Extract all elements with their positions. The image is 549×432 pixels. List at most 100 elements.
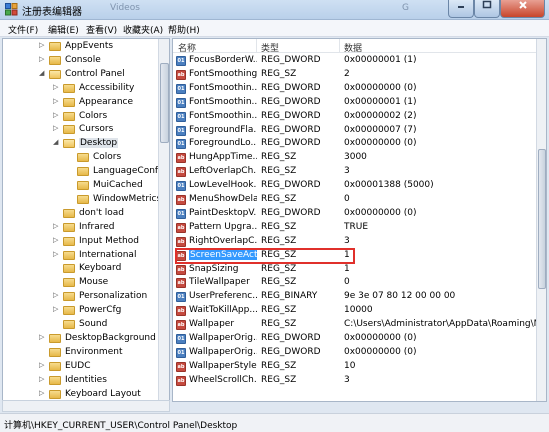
- value-data: 3: [344, 374, 350, 385]
- menu-edit[interactable]: 编辑(E): [48, 23, 79, 36]
- collapsed-arrow-icon[interactable]: ▷: [53, 111, 61, 119]
- tree-item-label: Control Panel: [65, 68, 125, 79]
- collapsed-arrow-icon[interactable]: ▷: [39, 389, 47, 397]
- tree-item[interactable]: ▷ Personalization: [3, 290, 157, 304]
- registry-value-row[interactable]: 01 FontSmoothin... REG_DWORD 0x00000001 (1): [173, 96, 538, 110]
- expanded-arrow-icon[interactable]: ◢: [39, 69, 47, 77]
- value-type: REG_SZ: [261, 68, 297, 79]
- close-button[interactable]: [500, 0, 545, 18]
- registry-value-row[interactable]: 01 FontSmoothin... REG_DWORD 0x00000000 (0): [173, 82, 538, 96]
- tree-scroll-thumb[interactable]: [160, 63, 169, 143]
- list-vertical-scrollbar[interactable]: [536, 39, 546, 401]
- registry-value-row[interactable]: 01 ForegroundFla... REG_DWORD 0x00000007 (7…: [173, 124, 538, 138]
- expanded-arrow-icon[interactable]: ◢: [53, 138, 61, 146]
- string-value-icon: ab: [176, 264, 186, 275]
- tree-item[interactable]: Colors: [3, 151, 157, 165]
- collapsed-arrow-icon[interactable]: ▷: [39, 333, 47, 341]
- menu-help[interactable]: 帮助(H): [168, 23, 200, 36]
- registry-value-row[interactable]: ab WallpaperStyle REG_SZ 10: [173, 360, 538, 374]
- registry-value-row[interactable]: ab SnapSizing REG_SZ 1: [173, 263, 538, 277]
- tree-item[interactable]: WindowMetrics: [3, 193, 161, 207]
- registry-value-row[interactable]: ab FontSmoothing REG_SZ 2: [173, 68, 538, 82]
- registry-value-row[interactable]: ab RightOverlapC... REG_SZ 3: [173, 235, 538, 249]
- registry-values-list[interactable]: 名称 类型 数据 01 FocusBorderW... REG_DWORD 0x000…: [172, 38, 547, 402]
- folder-icon: [63, 264, 75, 274]
- collapsed-arrow-icon[interactable]: ▷: [39, 41, 47, 49]
- tree-item[interactable]: ▷ Colors: [3, 110, 157, 124]
- tree-item[interactable]: ▷ Appearance: [3, 96, 157, 110]
- collapsed-arrow-icon[interactable]: ▷: [53, 83, 61, 91]
- folder-icon: [63, 97, 75, 107]
- collapsed-arrow-icon[interactable]: ▷: [39, 55, 47, 63]
- tree-item[interactable]: LanguageConfig: [3, 165, 166, 179]
- column-divider[interactable]: [339, 39, 340, 53]
- tree-item-label: Personalization: [79, 291, 148, 302]
- collapsed-arrow-icon[interactable]: ▷: [53, 97, 61, 105]
- column-name-header[interactable]: 名称: [178, 41, 196, 54]
- tree-item[interactable]: ◢ Control Panel: [3, 68, 157, 82]
- minimize-button[interactable]: [448, 0, 474, 18]
- tree-item[interactable]: ▷ EUDC: [3, 360, 157, 374]
- tree-item[interactable]: Mouse: [3, 276, 157, 290]
- registry-tree[interactable]: ▷ AppEvents ▷ Console ◢ Control Panel ▷ Accessi…: [2, 38, 170, 402]
- menu-favorites[interactable]: 收藏夹(A): [123, 23, 163, 36]
- value-data: 3000: [344, 152, 367, 163]
- folder-icon: [63, 83, 75, 93]
- registry-value-row[interactable]: 01 PaintDesktopV... REG_DWORD 0x00000000 (0…: [173, 207, 538, 221]
- tree-item[interactable]: Environment: [3, 346, 157, 360]
- registry-value-row[interactable]: ab Pattern Upgra... REG_SZ TRUE: [173, 221, 538, 235]
- column-type-header[interactable]: 类型: [261, 41, 279, 54]
- registry-value-row[interactable]: ab Wallpaper REG_SZ C:\Users\Administrator\…: [173, 318, 538, 332]
- tree-item[interactable]: ▷ Infrared: [3, 221, 157, 235]
- registry-value-row[interactable]: ab WheelScrollCh... REG_SZ 3: [173, 374, 538, 388]
- tree-item[interactable]: ▷ Identities: [3, 374, 157, 388]
- tree-item[interactable]: ▷ DesktopBackground: [3, 332, 157, 346]
- tree-vertical-scrollbar[interactable]: [158, 39, 169, 401]
- registry-value-row[interactable]: 01 WallpaperOrig... REG_DWORD 0x00000000 (0…: [173, 332, 538, 346]
- menu-file[interactable]: 文件(F): [8, 23, 38, 36]
- tree-item-label: Colors: [93, 152, 122, 163]
- tree-item[interactable]: ▷ AppEvents: [3, 40, 157, 54]
- registry-value-row[interactable]: 01 FocusBorderW... REG_DWORD 0x00000001 (1): [173, 54, 538, 68]
- registry-value-row[interactable]: 01 UserPreferenc... REG_BINARY 9e 3e 07 80 …: [173, 290, 538, 304]
- column-divider[interactable]: [256, 39, 257, 53]
- collapsed-arrow-icon[interactable]: ▷: [53, 250, 61, 258]
- registry-value-row[interactable]: ab MenuShowDelay REG_SZ 0: [173, 193, 538, 207]
- registry-value-row[interactable]: 01 WallpaperOrig... REG_DWORD 0x00000000 (0…: [173, 346, 538, 360]
- tree-item[interactable]: MuiCached: [3, 179, 157, 193]
- collapsed-arrow-icon[interactable]: ▷: [53, 124, 61, 132]
- folder-icon: [77, 167, 89, 177]
- tree-item[interactable]: Sound: [3, 318, 157, 332]
- value-name: SnapSizing: [189, 263, 239, 274]
- tree-item[interactable]: don't load: [3, 207, 157, 221]
- value-data: 3: [344, 235, 350, 246]
- tree-item[interactable]: ▷ PowerCfg: [3, 304, 157, 318]
- collapsed-arrow-icon[interactable]: ▷: [53, 236, 61, 244]
- menu-view[interactable]: 查看(V): [86, 23, 117, 36]
- registry-value-row[interactable]: ab LeftOverlapCh... REG_SZ 3: [173, 165, 538, 179]
- tree-item[interactable]: ▷ Console: [3, 54, 157, 68]
- registry-value-row[interactable]: ab TileWallpaper REG_SZ 0: [173, 276, 538, 290]
- tree-item[interactable]: ▷ International: [3, 249, 157, 263]
- tree-item[interactable]: ◢ Desktop: [3, 137, 157, 151]
- collapsed-arrow-icon[interactable]: ▷: [53, 291, 61, 299]
- maximize-button[interactable]: [474, 0, 500, 18]
- column-data-header[interactable]: 数据: [344, 41, 362, 54]
- tree-item[interactable]: ▷ Input Method: [3, 235, 157, 249]
- collapsed-arrow-icon[interactable]: ▷: [39, 375, 47, 383]
- value-name: LeftOverlapCh...: [189, 166, 257, 177]
- registry-value-row[interactable]: 01 FontSmoothin... REG_DWORD 0x00000002 (2): [173, 110, 538, 124]
- list-scroll-thumb[interactable]: [538, 149, 546, 289]
- tree-item[interactable]: ▷ Cursors: [3, 123, 157, 137]
- tree-horizontal-scrollbar[interactable]: [2, 400, 170, 412]
- tree-item[interactable]: ▷ Accessibility: [3, 82, 157, 96]
- collapsed-arrow-icon[interactable]: ▷: [39, 361, 47, 369]
- collapsed-arrow-icon[interactable]: ▷: [53, 305, 61, 313]
- registry-value-row[interactable]: 01 LowLevelHook... REG_DWORD 0x00001388 (50…: [173, 179, 538, 193]
- collapsed-arrow-icon[interactable]: ▷: [53, 222, 61, 230]
- tree-item[interactable]: Keyboard: [3, 262, 157, 276]
- value-name: WallpaperOrig...: [189, 346, 257, 357]
- registry-value-row[interactable]: ab HungAppTime... REG_SZ 3000: [173, 151, 538, 165]
- registry-value-row[interactable]: ab WaitToKillApp... REG_SZ 10000: [173, 304, 538, 318]
- registry-value-row[interactable]: 01 ForegroundLo... REG_DWORD 0x00000000 (0): [173, 137, 538, 151]
